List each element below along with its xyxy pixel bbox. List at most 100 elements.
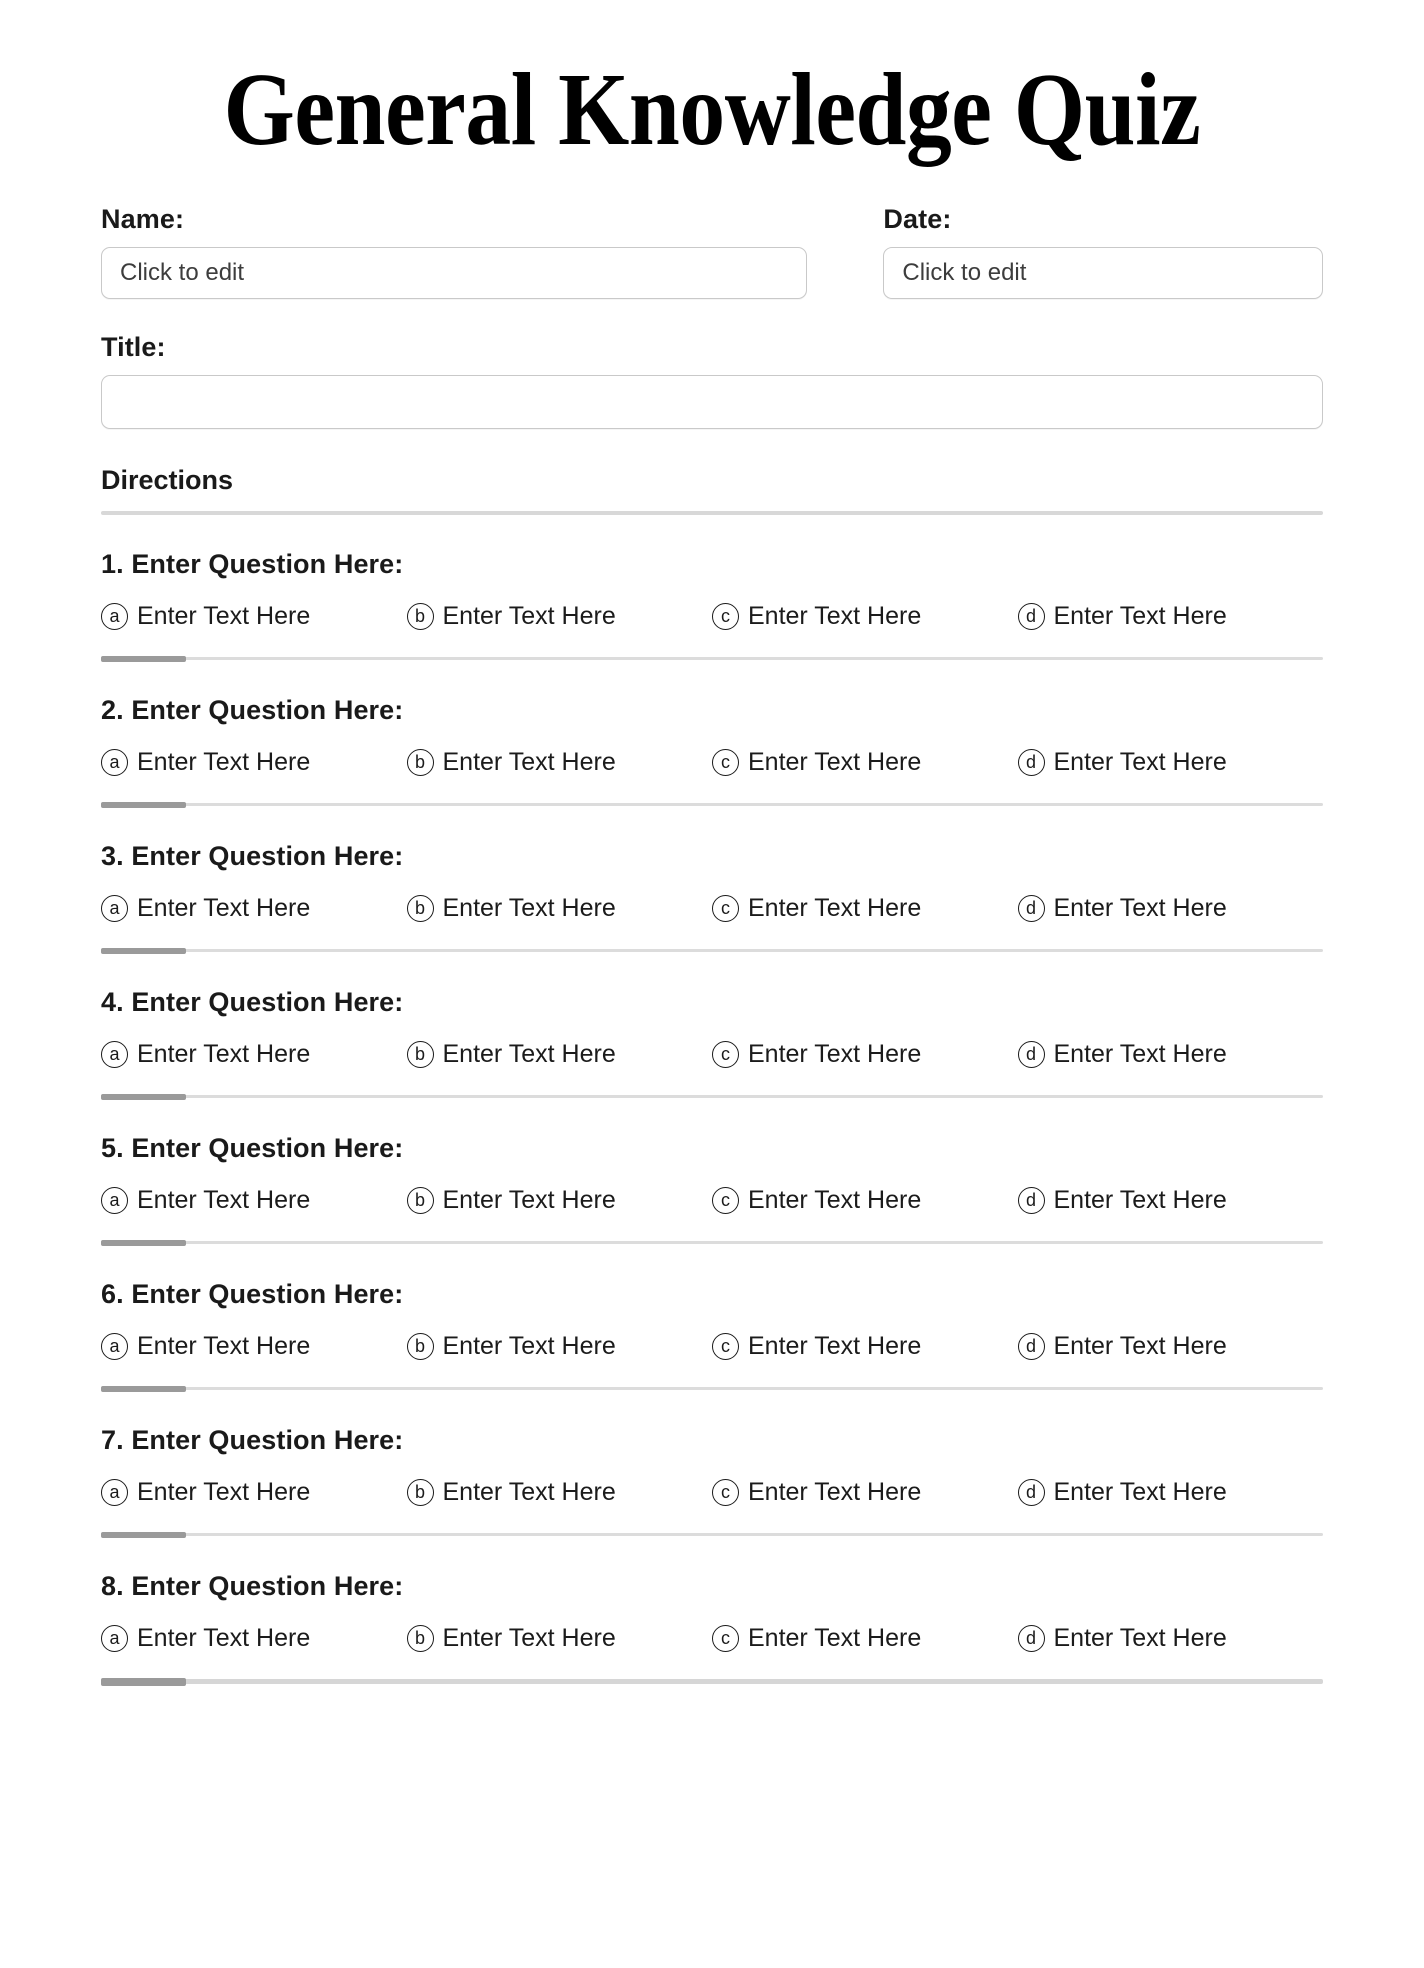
option-a[interactable]: a Enter Text Here xyxy=(101,894,407,923)
divider-handle[interactable] xyxy=(101,1094,186,1100)
option-a[interactable]: a Enter Text Here xyxy=(101,748,407,777)
option-letter-circle-icon: d xyxy=(1017,749,1045,776)
question-divider xyxy=(101,1240,1323,1246)
question-heading[interactable]: 8. Enter Question Here: xyxy=(101,1571,1323,1602)
option-text: Enter Text Here xyxy=(137,894,311,922)
divider-handle[interactable] xyxy=(101,656,186,662)
option-a[interactable]: a Enter Text Here xyxy=(101,602,407,631)
option-b[interactable]: b Enter Text Here xyxy=(406,894,713,923)
option-text: Enter Text Here xyxy=(442,1624,616,1652)
divider-track xyxy=(101,1533,1323,1536)
option-letter-circle-icon: d xyxy=(1017,1333,1045,1360)
option-c[interactable]: c Enter Text Here xyxy=(712,1624,1018,1653)
option-b[interactable]: b Enter Text Here xyxy=(406,1624,713,1653)
option-a[interactable]: a Enter Text Here xyxy=(101,1478,407,1507)
question-heading[interactable]: 3. Enter Question Here: xyxy=(101,841,1323,872)
option-c[interactable]: c Enter Text Here xyxy=(712,1332,1018,1361)
question-heading[interactable]: 7. Enter Question Here: xyxy=(101,1425,1323,1456)
divider-track xyxy=(101,949,1323,952)
option-c[interactable]: c Enter Text Here xyxy=(712,1186,1018,1215)
option-b[interactable]: b Enter Text Here xyxy=(406,1186,713,1215)
name-field-group: Name: Click to edit xyxy=(101,204,808,299)
option-letter-circle-icon: b xyxy=(406,1041,434,1068)
option-text: Enter Text Here xyxy=(137,1624,311,1652)
option-letter-circle-icon: d xyxy=(1017,895,1045,922)
option-letter-circle-icon: c xyxy=(712,1479,739,1506)
question-heading[interactable]: 5. Enter Question Here: xyxy=(101,1133,1323,1164)
question-heading[interactable]: 6. Enter Question Here: xyxy=(101,1279,1323,1310)
option-a[interactable]: a Enter Text Here xyxy=(101,1186,407,1215)
option-b[interactable]: b Enter Text Here xyxy=(406,602,713,631)
option-text: Enter Text Here xyxy=(1053,894,1227,922)
divider-handle[interactable] xyxy=(101,1678,186,1686)
title-input[interactable] xyxy=(101,375,1323,429)
option-c[interactable]: c Enter Text Here xyxy=(712,1478,1018,1507)
divider-handle[interactable] xyxy=(101,802,186,808)
question-block: 7. Enter Question Here: a Enter Text Here b… xyxy=(101,1425,1323,1538)
date-input-placeholder: Click to edit xyxy=(902,259,1027,286)
option-c[interactable]: c Enter Text Here xyxy=(712,602,1018,631)
question-divider xyxy=(101,1532,1323,1538)
option-text: Enter Text Here xyxy=(748,748,922,776)
option-a[interactable]: a Enter Text Here xyxy=(101,1040,407,1069)
option-letter-circle-icon: a xyxy=(101,1479,128,1506)
option-d[interactable]: d Enter Text Here xyxy=(1017,1624,1324,1653)
option-text: Enter Text Here xyxy=(442,748,616,776)
option-text: Enter Text Here xyxy=(748,1040,922,1068)
option-d[interactable]: d Enter Text Here xyxy=(1017,602,1324,631)
date-field-group: Date: Click to edit xyxy=(883,204,1323,299)
option-c[interactable]: c Enter Text Here xyxy=(712,748,1018,777)
divider-handle[interactable] xyxy=(101,948,186,954)
option-d[interactable]: d Enter Text Here xyxy=(1017,1040,1324,1069)
option-d[interactable]: d Enter Text Here xyxy=(1017,1478,1324,1507)
divider-handle[interactable] xyxy=(101,1240,186,1246)
date-input[interactable]: Click to edit xyxy=(883,247,1323,299)
question-block: 1. Enter Question Here: a Enter Text Here b… xyxy=(101,549,1324,662)
option-letter-circle-icon: d xyxy=(1017,603,1045,630)
option-text: Enter Text Here xyxy=(442,1332,616,1360)
option-a[interactable]: a Enter Text Here xyxy=(101,1332,407,1361)
name-input[interactable]: Click to edit xyxy=(101,247,808,299)
question-divider xyxy=(101,1386,1323,1392)
divider-handle[interactable] xyxy=(101,1386,186,1392)
divider-track xyxy=(101,1095,1323,1098)
option-c[interactable]: c Enter Text Here xyxy=(712,1040,1018,1069)
option-d[interactable]: d Enter Text Here xyxy=(1017,1332,1324,1361)
option-d[interactable]: d Enter Text Here xyxy=(1017,894,1324,923)
option-c[interactable]: c Enter Text Here xyxy=(712,894,1018,923)
option-text: Enter Text Here xyxy=(1053,1186,1227,1214)
option-letter-circle-icon: d xyxy=(1017,1479,1045,1506)
question-heading[interactable]: 2. Enter Question Here: xyxy=(101,695,1323,726)
questions-list: 1. Enter Question Here: a Enter Text Here b… xyxy=(101,549,1324,1686)
option-letter-circle-icon: b xyxy=(406,895,434,922)
question-block: 8. Enter Question Here: a Enter Text Here b… xyxy=(101,1571,1324,1686)
option-a[interactable]: a Enter Text Here xyxy=(101,1624,407,1653)
option-letter-circle-icon: b xyxy=(406,1479,434,1506)
options-row: a Enter Text Here b Enter Text Here c Enter T… xyxy=(101,1186,1323,1215)
option-b[interactable]: b Enter Text Here xyxy=(406,748,713,777)
option-letter-circle-icon: b xyxy=(406,1187,434,1214)
option-text: Enter Text Here xyxy=(748,602,922,630)
divider-track xyxy=(101,803,1323,806)
option-b[interactable]: b Enter Text Here xyxy=(406,1332,713,1361)
option-b[interactable]: b Enter Text Here xyxy=(406,1040,713,1069)
divider-track xyxy=(101,657,1323,660)
option-text: Enter Text Here xyxy=(748,1624,922,1652)
option-text: Enter Text Here xyxy=(748,1186,922,1214)
divider-handle[interactable] xyxy=(101,1532,186,1538)
options-row: a Enter Text Here b Enter Text Here c Enter T… xyxy=(101,1478,1323,1507)
options-row: a Enter Text Here b Enter Text Here c Enter T… xyxy=(101,1040,1323,1069)
option-d[interactable]: d Enter Text Here xyxy=(1017,748,1324,777)
option-b[interactable]: b Enter Text Here xyxy=(406,1478,713,1507)
option-letter-circle-icon: d xyxy=(1017,1625,1045,1652)
option-letter-circle-icon: d xyxy=(1017,1187,1045,1214)
options-row: a Enter Text Here b Enter Text Here c Enter T… xyxy=(101,894,1323,923)
option-letter-circle-icon: a xyxy=(101,1625,128,1652)
option-text: Enter Text Here xyxy=(442,1186,616,1214)
question-heading[interactable]: 4. Enter Question Here: xyxy=(101,987,1323,1018)
option-d[interactable]: d Enter Text Here xyxy=(1017,1186,1324,1215)
question-heading[interactable]: 1. Enter Question Here: xyxy=(101,549,1323,580)
question-divider xyxy=(101,1094,1323,1100)
option-letter-circle-icon: b xyxy=(406,1333,434,1360)
option-text: Enter Text Here xyxy=(442,1478,616,1506)
